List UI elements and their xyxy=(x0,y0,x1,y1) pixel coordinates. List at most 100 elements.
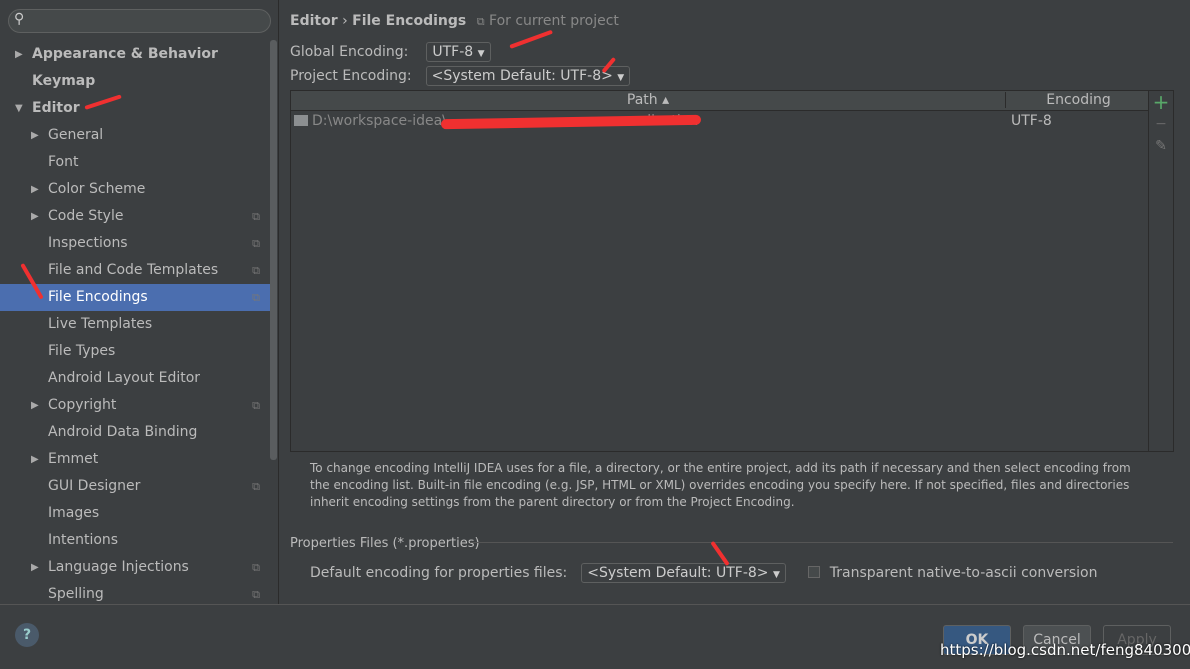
file-encodings-panel: Editor › File Encodings ⧉ For current pr… xyxy=(280,0,1190,604)
add-icon[interactable]: + xyxy=(1149,91,1173,113)
sidebar-item-label: Editor xyxy=(32,100,80,116)
sidebar-item-file-types[interactable]: File Types xyxy=(0,338,270,365)
sidebar-item-label: Emmet xyxy=(48,451,99,467)
sidebar-item-emmet[interactable]: ▶ Emmet xyxy=(0,446,270,473)
sidebar-item-label: Language Injections xyxy=(48,559,189,575)
native-to-ascii-label[interactable]: Transparent native-to-ascii conversion xyxy=(830,565,1098,581)
project-encoding-dropdown[interactable]: <System Default: UTF-8> ▼ xyxy=(425,66,631,86)
sidebar-item-language-injections[interactable]: ▶ Language Injections ⧉ xyxy=(0,554,270,581)
sidebar-scrollbar[interactable] xyxy=(270,40,277,460)
project-encoding-value: <System Default: UTF-8> xyxy=(431,68,613,84)
chevron-right-icon[interactable]: ▶ xyxy=(31,176,39,203)
sidebar-item-label: Appearance & Behavior xyxy=(32,46,218,62)
properties-encoding-label: Default encoding for properties files: xyxy=(310,565,568,581)
chevron-down-icon[interactable]: ▼ xyxy=(15,95,23,122)
encoding-table: Path ▴ Encoding D:\workspace-idea\ colle… xyxy=(290,90,1149,452)
sidebar-item-label: File Types xyxy=(48,343,116,359)
sidebar-item-label: GUI Designer xyxy=(48,478,141,494)
copy-icon: ⧉ xyxy=(252,264,260,277)
sidebar-item-label: Inspections xyxy=(48,235,128,251)
chevron-right-icon[interactable]: ▶ xyxy=(31,203,39,230)
chevron-right-icon[interactable]: ▶ xyxy=(31,392,39,419)
sidebar-item-general[interactable]: ▶ General xyxy=(0,122,270,149)
sidebar-item-label: Code Style xyxy=(48,208,124,224)
folder-icon xyxy=(294,115,308,126)
sidebar-item-keymap[interactable]: Keymap xyxy=(0,68,270,95)
edit-icon[interactable]: ✎ xyxy=(1149,135,1173,157)
chevron-right-icon[interactable]: ▶ xyxy=(15,41,23,68)
sidebar-item-color-scheme[interactable]: ▶ Color Scheme xyxy=(0,176,270,203)
properties-section: Properties Files (*.properties) xyxy=(290,535,1173,551)
watermark: https://blog.csdn.net/feng8403000 xyxy=(940,641,1190,659)
sidebar-item-inspections[interactable]: Inspections ⧉ xyxy=(0,230,270,257)
sidebar-item-label: General xyxy=(48,127,104,143)
global-encoding-dropdown[interactable]: UTF-8 ▼ xyxy=(426,42,491,62)
sidebar-item-gui-designer[interactable]: GUI Designer ⧉ xyxy=(0,473,270,500)
sidebar-item-copyright[interactable]: ▶ Copyright ⧉ xyxy=(0,392,270,419)
column-header-encoding[interactable]: Encoding xyxy=(1007,92,1150,108)
sidebar-item-intentions[interactable]: Intentions xyxy=(0,527,270,554)
copy-icon: ⧉ xyxy=(252,210,260,223)
sidebar-item-label: Copyright xyxy=(48,397,117,413)
sidebar-item-android-layout-editor[interactable]: Android Layout Editor xyxy=(0,365,270,392)
breadcrumb-separator: › xyxy=(342,13,348,29)
global-encoding-label: Global Encoding: xyxy=(290,44,409,60)
chevron-right-icon[interactable]: ▶ xyxy=(31,122,39,149)
scope-label: For current project xyxy=(489,13,619,29)
global-encoding-row: Global Encoding: UTF-8 ▼ xyxy=(290,42,491,62)
sidebar-item-images[interactable]: Images xyxy=(0,500,270,527)
copy-icon: ⧉ xyxy=(252,399,260,412)
sidebar-item-label: Android Data Binding xyxy=(48,424,198,440)
sidebar-item-code-style[interactable]: ▶ Code Style ⧉ xyxy=(0,203,270,230)
column-header-path[interactable]: Path ▴ xyxy=(291,92,1006,108)
footer xyxy=(0,604,1190,669)
path-cell: D:\workspace-idea\ xyxy=(312,113,447,129)
breadcrumb-current: File Encodings xyxy=(352,13,467,29)
table-row[interactable]: D:\workspace-idea\ collection UTF-8 xyxy=(291,111,1148,133)
copy-icon: ⧉ xyxy=(252,237,260,250)
table-toolbar: + − ✎ xyxy=(1149,90,1174,452)
copy-icon: ⧉ xyxy=(252,480,260,493)
sidebar-item-label: Font xyxy=(48,154,79,170)
properties-encoding-value: <System Default: UTF-8> xyxy=(587,565,769,581)
breadcrumb: Editor › File Encodings ⧉ For current pr… xyxy=(290,13,619,29)
divider xyxy=(470,542,1173,543)
remove-icon[interactable]: − xyxy=(1149,113,1173,135)
sidebar-item-android-data-binding[interactable]: Android Data Binding xyxy=(0,419,270,446)
help-text: To change encoding IntelliJ IDEA uses fo… xyxy=(310,461,1131,509)
properties-row: Default encoding for properties files: <S… xyxy=(310,563,1098,583)
sidebar-item-label: Live Templates xyxy=(48,316,153,332)
project-encoding-label: Project Encoding: xyxy=(290,68,412,84)
chevron-down-icon: ▼ xyxy=(617,73,625,83)
copy-icon: ⧉ xyxy=(476,15,485,28)
project-encoding-row: Project Encoding: <System Default: UTF-8>… xyxy=(290,66,631,86)
chevron-down-icon: ▼ xyxy=(772,570,780,580)
search-input[interactable]: ⚲ xyxy=(8,9,271,33)
sidebar-item-appearance-behavior[interactable]: ▶ Appearance & Behavior xyxy=(0,41,270,68)
sidebar-item-editor[interactable]: ▼ Editor xyxy=(0,95,270,122)
chevron-right-icon[interactable]: ▶ xyxy=(31,446,39,473)
global-encoding-value: UTF-8 xyxy=(432,44,474,60)
encoding-cell: UTF-8 xyxy=(1011,113,1052,129)
native-to-ascii-checkbox[interactable] xyxy=(808,566,821,578)
sidebar-item-label: Intentions xyxy=(48,532,119,548)
sidebar-item-label: File Encodings xyxy=(48,289,148,305)
chevron-right-icon[interactable]: ▶ xyxy=(31,554,39,581)
settings-tree: ▶ Appearance & Behavior Keymap ▼ Editor ▶ Gene… xyxy=(0,41,270,608)
sidebar-item-file-and-code-templates[interactable]: File and Code Templates ⧉ xyxy=(0,257,270,284)
sidebar-item-label: Android Layout Editor xyxy=(48,370,201,386)
copy-icon: ⧉ xyxy=(252,561,260,574)
sidebar-item-font[interactable]: Font xyxy=(0,149,270,176)
properties-encoding-dropdown[interactable]: <System Default: UTF-8> ▼ xyxy=(581,563,786,583)
chevron-down-icon: ▼ xyxy=(477,49,485,59)
help-button[interactable]: ? xyxy=(15,623,39,647)
sidebar-item-label: Color Scheme xyxy=(48,181,146,197)
sidebar-item-live-templates[interactable]: Live Templates xyxy=(0,311,270,338)
sidebar-item-label: Images xyxy=(48,505,100,521)
search-icon: ⚲ xyxy=(14,11,25,27)
sidebar-item-label: Spelling xyxy=(48,586,104,602)
breadcrumb-parent: Editor xyxy=(290,13,338,29)
sidebar-item-label: File and Code Templates xyxy=(48,262,219,278)
copy-icon: ⧉ xyxy=(252,291,260,304)
sidebar-item-label: Keymap xyxy=(32,73,96,89)
